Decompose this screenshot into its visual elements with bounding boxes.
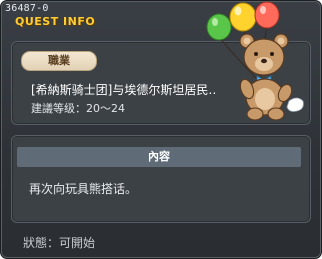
recommended-level: 建議等级：20～24 (31, 100, 125, 116)
quest-id: 36487-0 (5, 3, 49, 14)
balloon-yellow (229, 2, 257, 32)
status-line: 狀態：可開始 (23, 234, 95, 251)
status-value: 可開始 (59, 236, 96, 250)
teddy-bear-icon (206, 1, 304, 121)
status-label: 狀態： (23, 236, 60, 250)
quest-info-window: 36487-0 QUEST INFO 職業 [希納斯骑士团]与埃德尔斯坦居民‥ … (0, 0, 322, 259)
job-tab: 職業 (21, 51, 97, 71)
content-header: 內容 (17, 147, 301, 167)
balloon-green (206, 13, 232, 41)
balloon-red (254, 1, 280, 29)
quest-title: [希納斯骑士团]与埃德尔斯坦居民‥ (31, 83, 217, 97)
level-label: 建議等级： (31, 102, 86, 115)
level-range: 20～24 (86, 102, 125, 115)
content-text: 再次向玩具熊搭话。 (29, 182, 138, 196)
quest-info-label: QUEST INFO (15, 15, 96, 28)
